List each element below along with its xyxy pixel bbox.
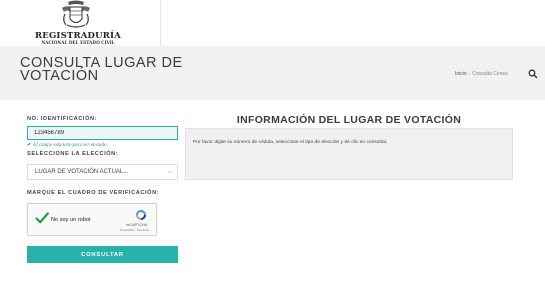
id-label: NO. IDENTIFICACIÓN: — [27, 116, 98, 122]
recaptcha-brand: reCAPTCHA — [126, 223, 148, 227]
title-band: CONSULTA LUGAR DE VOTACIÓN Inicio / Consul… — [0, 46, 545, 100]
consultar-button[interactable]: CONSULTAR — [27, 246, 178, 263]
election-label: SELECCIONE LA ELECCIÓN: — [27, 151, 119, 157]
election-select[interactable]: LUGAR DE VOTACIÓN ACTUAL... ⌵ — [27, 164, 178, 180]
recaptcha-checkbox[interactable] — [35, 211, 49, 225]
breadcrumb: Inicio / Consulta Censo — [455, 71, 508, 77]
info-title: INFORMACIÓN DEL LUGAR DE VOTACIÓN — [236, 114, 462, 126]
recaptcha-checkbox-label: No soy un robot — [51, 217, 91, 223]
info-panel: Por favor digite su número de cédula, se… — [185, 128, 513, 180]
logo-subtitle: NACIONAL DEL ESTADO CIVIL — [41, 40, 115, 45]
id-number-input[interactable] — [27, 126, 178, 140]
breadcrumb-separator: / — [468, 71, 471, 77]
page-title: CONSULTA LUGAR DE VOTACIÓN — [20, 55, 183, 84]
election-select-value: LUGAR DE VOTACIÓN ACTUAL... — [35, 169, 129, 175]
header-divider — [160, 0, 161, 46]
breadcrumb-home[interactable]: Inicio — [455, 71, 467, 77]
captcha-label: MARQUE EL CUADRO DE VERIFICACIÓN: — [27, 190, 160, 196]
search-icon[interactable] — [528, 69, 538, 79]
breadcrumb-current: Consulta Censo — [472, 71, 508, 77]
recaptcha-widget: No soy un robot reCAPTCHA Privacidad - T… — [27, 203, 157, 236]
validation-message: ✔ El campo está listo para ser enviado. — [27, 142, 108, 148]
chevron-down-icon: ⌵ — [167, 169, 172, 175]
info-message: Por favor digite su número de cédula, se… — [193, 140, 388, 145]
recaptcha-links[interactable]: Privacidad - Términos — [120, 228, 149, 232]
registraduria-logo[interactable]: REGISTRADURÍA NACIONAL DEL ESTADO CIVIL — [30, 0, 126, 46]
coat-of-arms-icon — [62, 0, 90, 28]
check-icon: ✔ — [27, 143, 32, 148]
top-header: REGISTRADURÍA NACIONAL DEL ESTADO CIVIL — [0, 0, 545, 46]
validation-text: El campo está listo para ser enviado. — [33, 143, 108, 148]
recaptcha-logo-icon — [136, 210, 146, 220]
